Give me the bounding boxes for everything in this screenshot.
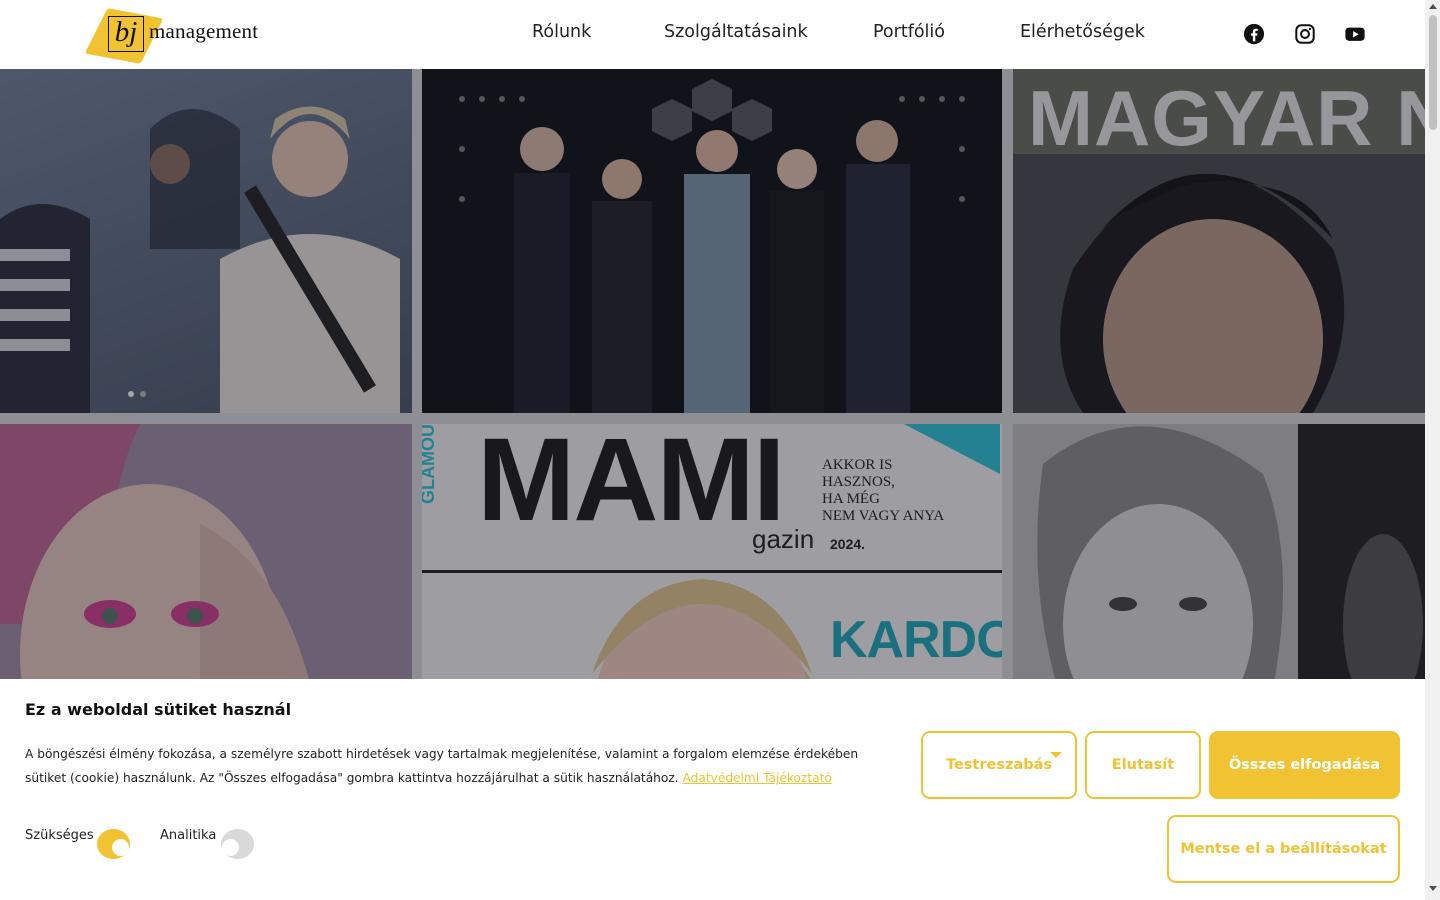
car-photo: [0, 69, 412, 413]
customize-button[interactable]: Testreszabás: [921, 731, 1077, 799]
cover-headline: AKKOR IS HASZNOS, HA MÉG NEM VAGY ANYA: [822, 457, 945, 524]
magazine-masthead: MAGYAR NAR: [1028, 74, 1425, 162]
customize-button-label: Testreszabás: [946, 757, 1052, 773]
group-photo: [459, 79, 965, 413]
site-header: bj management Rólunk Szolgáltatásaink Po…: [0, 0, 1425, 69]
cookie-banner: Ez a weboldal sütiket használ A böngészé…: [0, 679, 1425, 900]
magazin-label: gazin: [752, 524, 815, 554]
cover-year: 2024.: [830, 536, 866, 552]
toggle-label-necessary: Szükséges: [25, 828, 94, 843]
toggle-knob: [112, 839, 129, 856]
scroll-up-arrow-icon[interactable]: [1429, 4, 1437, 9]
scroll-thumb[interactable]: [1429, 15, 1437, 130]
toggle-necessary[interactable]: [97, 829, 130, 859]
accept-all-button-label: Összes elfogadása: [1228, 757, 1381, 773]
scroll-down-arrow-icon[interactable]: [1429, 886, 1437, 891]
youtube-icon[interactable]: [1344, 23, 1366, 45]
mami-title: MAMI: [477, 424, 786, 546]
cookie-description: A böngészési élmény fokozása, a személyr…: [25, 742, 885, 790]
hero-tile-car[interactable]: [0, 69, 412, 413]
toggle-label-analytics: Analitika: [160, 828, 217, 843]
save-settings-button-label: Mentse el a beállításokat: [1180, 841, 1387, 857]
cover-name: KARDOS: [830, 611, 1002, 669]
page-scrollbar[interactable]: [1425, 0, 1440, 900]
carousel-dot-2[interactable]: [140, 391, 146, 397]
hero-tile-magazine-portrait[interactable]: MAGYAR NAR: [1013, 69, 1425, 413]
glamour-label: GLAMOUR: [422, 424, 438, 504]
save-settings-button[interactable]: Mentse el a beállításokat: [1167, 815, 1400, 883]
logo[interactable]: bj management: [84, 8, 259, 64]
privacy-policy-link[interactable]: Adatvédelmi Tájékoztató: [683, 771, 832, 785]
page: bj management Rólunk Szolgáltatásaink Po…: [0, 0, 1440, 900]
hero-tile-group[interactable]: [422, 69, 1002, 413]
nav-item-rolunk[interactable]: Rólunk: [532, 22, 591, 42]
nav-item-szolgaltatasaink[interactable]: Szolgáltatásaink: [664, 22, 808, 42]
chevron-down-icon: [1050, 752, 1062, 758]
reject-button-label: Elutasít: [1111, 757, 1175, 773]
logo-mark: bj: [108, 16, 144, 52]
accept-all-button[interactable]: Összes elfogadása: [1209, 731, 1400, 799]
toggle-knob: [222, 839, 239, 856]
nav-item-elerhetosegek[interactable]: Elérhetőségek: [1020, 22, 1145, 42]
logo-wordmark: management: [149, 19, 259, 43]
instagram-icon[interactable]: [1294, 23, 1316, 45]
carousel-dot-1[interactable]: [128, 391, 134, 397]
facebook-icon[interactable]: [1243, 23, 1265, 45]
reject-button[interactable]: Elutasít: [1085, 731, 1201, 799]
cookie-title: Ez a weboldal sütiket használ: [25, 700, 292, 719]
nav-item-portfolio[interactable]: Portfólió: [873, 22, 945, 42]
toggle-analytics[interactable]: [221, 829, 254, 859]
